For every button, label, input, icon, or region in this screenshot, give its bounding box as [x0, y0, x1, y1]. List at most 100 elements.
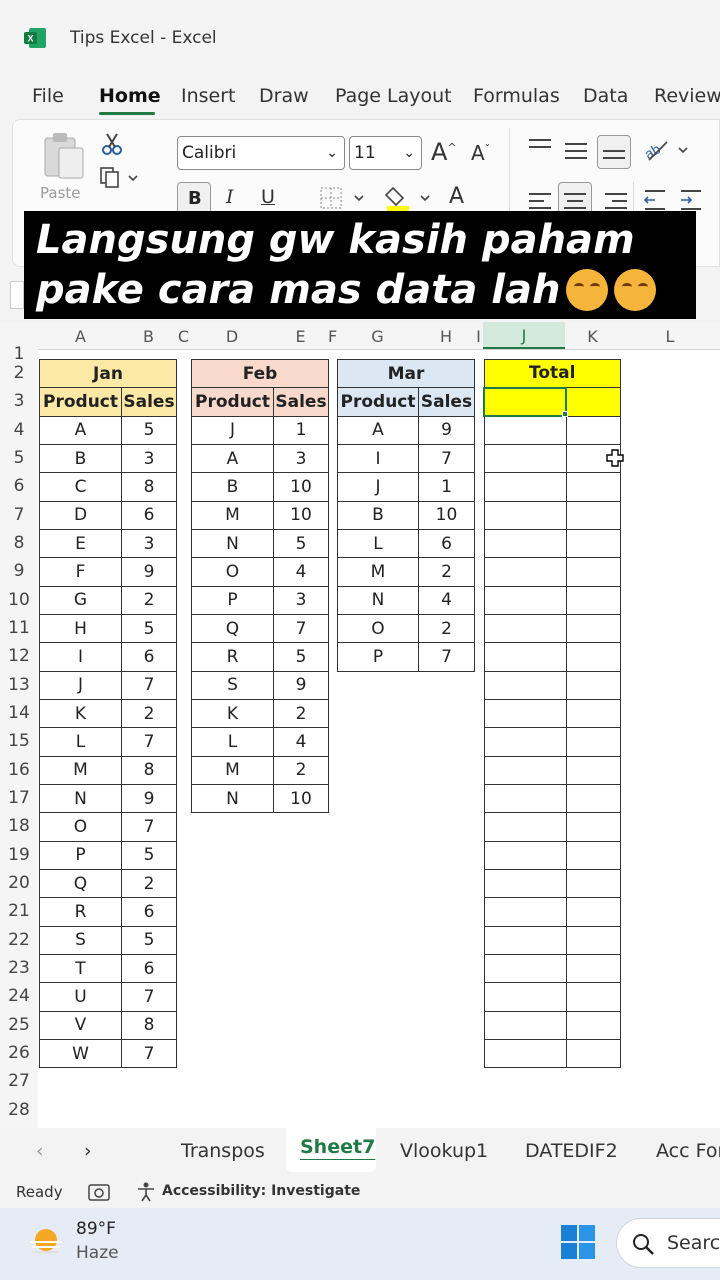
feb-product-cell[interactable]: B: [191, 472, 274, 502]
row-header-2[interactable]: 2: [0, 363, 38, 383]
mar-product-cell[interactable]: M: [337, 557, 419, 587]
feb-sales-cell[interactable]: 1: [273, 415, 329, 445]
column-header-c[interactable]: C: [176, 327, 191, 346]
jan-product-cell[interactable]: O: [39, 812, 122, 842]
fill-handle[interactable]: [562, 411, 568, 417]
jan-product-cell[interactable]: L: [39, 727, 122, 757]
mar-sales-cell[interactable]: 1: [418, 472, 475, 502]
total-empty-cell[interactable]: [483, 897, 567, 927]
total-empty-cell[interactable]: [483, 840, 567, 870]
italic-button[interactable]: I: [226, 186, 234, 208]
jan-sales-cell[interactable]: 6: [121, 953, 177, 984]
row-header-17[interactable]: 17: [0, 788, 38, 808]
total-empty-cell[interactable]: [483, 670, 567, 700]
total-empty-cell[interactable]: [483, 528, 567, 559]
sheet-tab-datedif2[interactable]: DATEDIF2: [525, 1140, 618, 1162]
feb-product-cell[interactable]: A: [191, 443, 274, 474]
sheet-tab-acc-for[interactable]: Acc For: [656, 1140, 720, 1162]
jan-sales-cell[interactable]: 5: [121, 840, 177, 870]
row-header-12[interactable]: 12: [0, 646, 38, 666]
total-empty-cell[interactable]: [565, 698, 621, 729]
column-header-l[interactable]: L: [620, 327, 720, 346]
total-empty-cell[interactable]: [565, 557, 621, 587]
jan-product-cell[interactable]: F: [39, 557, 122, 587]
feb-product-cell[interactable]: J: [191, 415, 274, 445]
sheet-tab-transpos[interactable]: Transpos: [181, 1140, 265, 1162]
total-empty-cell[interactable]: [565, 1010, 621, 1040]
row-header-19[interactable]: 19: [0, 845, 38, 865]
jan-sales-cell[interactable]: 8: [121, 1010, 177, 1040]
jan-sales-cell[interactable]: 3: [121, 528, 177, 559]
jan-product-cell[interactable]: S: [39, 925, 122, 955]
selected-cell-j3[interactable]: [483, 386, 567, 418]
mar-header-sales[interactable]: Sales: [418, 387, 475, 417]
paste-icon[interactable]: [41, 130, 87, 182]
column-header-i[interactable]: I: [474, 327, 483, 346]
weather-haze-icon[interactable]: [28, 1226, 64, 1260]
column-header-h[interactable]: H: [418, 327, 474, 346]
total-empty-cell[interactable]: [483, 613, 567, 644]
jan-sales-cell[interactable]: 2: [121, 868, 177, 899]
accessibility-status[interactable]: Accessibility: Investigate: [162, 1183, 360, 1199]
font-name-select[interactable]: Calibri ⌄: [177, 136, 345, 170]
row-header-22[interactable]: 22: [0, 930, 38, 950]
row-header-21[interactable]: 21: [0, 901, 38, 921]
total-empty-cell[interactable]: [483, 868, 567, 899]
mar-header-product[interactable]: Product: [337, 387, 419, 417]
mar-product-cell[interactable]: I: [337, 443, 419, 474]
spreadsheet-grid[interactable]: A B C D E F G H I J K L 1 2 3 4 5 6 7 8 9 10 11 12 1…: [0, 322, 720, 1128]
jan-product-cell[interactable]: B: [39, 443, 122, 474]
row-header-18[interactable]: 18: [0, 816, 38, 836]
feb-sales-cell[interactable]: 3: [273, 585, 329, 615]
next-sheet-icon[interactable]: ›: [84, 1140, 92, 1162]
total-empty-cell[interactable]: [565, 982, 621, 1012]
mar-product-cell[interactable]: N: [337, 585, 419, 615]
jan-sales-cell[interactable]: 7: [121, 1038, 177, 1069]
feb-sales-cell[interactable]: 4: [273, 727, 329, 757]
total-empty-cell[interactable]: [483, 982, 567, 1012]
mar-title[interactable]: Mar: [337, 358, 475, 389]
mar-sales-cell[interactable]: 4: [418, 585, 475, 615]
row-header-13[interactable]: 13: [0, 675, 38, 695]
total-empty-cell[interactable]: [483, 812, 567, 842]
copy-icon[interactable]: [99, 166, 139, 190]
total-empty-cell[interactable]: [483, 698, 567, 729]
jan-product-cell[interactable]: J: [39, 670, 122, 700]
jan-sales-cell[interactable]: 6: [121, 897, 177, 927]
jan-product-cell[interactable]: A: [39, 415, 122, 445]
feb-sales-cell[interactable]: 2: [273, 755, 329, 785]
column-header-g[interactable]: G: [337, 327, 418, 346]
total-empty-cell[interactable]: [483, 953, 567, 984]
row-header-14[interactable]: 14: [0, 703, 38, 723]
total-empty-cell[interactable]: [483, 925, 567, 955]
row-header-23[interactable]: 23: [0, 958, 38, 978]
jan-sales-cell[interactable]: 7: [121, 982, 177, 1012]
name-box[interactable]: [10, 281, 24, 309]
feb-product-cell[interactable]: R: [191, 642, 274, 672]
feb-title[interactable]: Feb: [191, 358, 329, 389]
feb-product-cell[interactable]: M: [191, 500, 274, 530]
jan-sales-cell[interactable]: 3: [121, 443, 177, 474]
mar-product-cell[interactable]: J: [337, 472, 419, 502]
align-bottom-button[interactable]: [597, 135, 631, 169]
total-empty-cell[interactable]: [565, 840, 621, 870]
jan-product-cell[interactable]: G: [39, 585, 122, 615]
total-empty-cell[interactable]: [565, 783, 621, 814]
borders-icon[interactable]: [319, 186, 369, 212]
jan-product-cell[interactable]: T: [39, 953, 122, 984]
row-header-16[interactable]: 16: [0, 760, 38, 780]
row-header-10[interactable]: 10: [0, 590, 38, 610]
jan-sales-cell[interactable]: 9: [121, 783, 177, 814]
feb-product-cell[interactable]: L: [191, 727, 274, 757]
menu-page-layout[interactable]: Page Layout: [335, 85, 452, 107]
feb-header-product[interactable]: Product: [191, 387, 274, 417]
mar-sales-cell[interactable]: 6: [418, 528, 475, 559]
jan-sales-cell[interactable]: 5: [121, 925, 177, 955]
sheet-tab-vlookup1[interactable]: Vlookup1: [400, 1140, 488, 1162]
total-empty-cell[interactable]: [565, 613, 621, 644]
windows-start-icon[interactable]: [560, 1224, 596, 1260]
feb-sales-cell[interactable]: 10: [273, 472, 329, 502]
font-color-button[interactable]: A: [449, 184, 464, 209]
jan-product-cell[interactable]: I: [39, 642, 122, 672]
mar-product-cell[interactable]: O: [337, 613, 419, 644]
